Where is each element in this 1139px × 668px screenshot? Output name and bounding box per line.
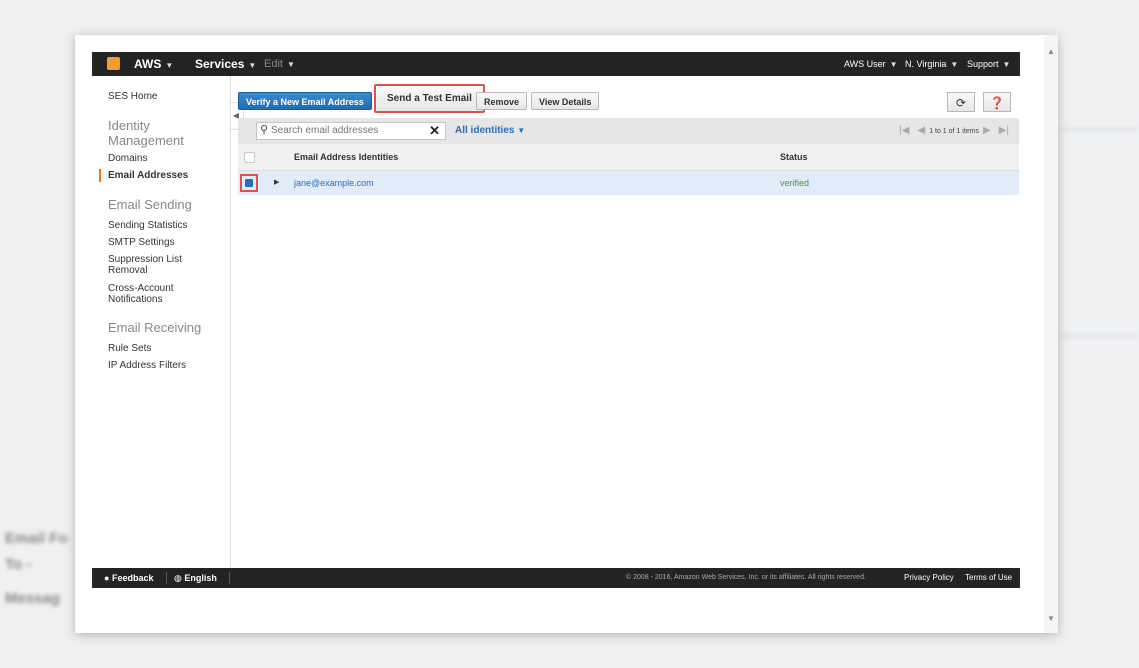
sidebar-item-rule-sets[interactable]: Rule Sets — [108, 343, 151, 354]
main-content: Verify a New Email Address Send a Test E… — [230, 76, 1021, 568]
table-header: Email Address Identities Status — [238, 144, 1019, 171]
search-box: ⚲ ✕ — [256, 122, 446, 140]
privacy-policy-link[interactable]: Privacy Policy — [904, 568, 954, 588]
aws-menu[interactable]: AWS ▼ — [134, 52, 173, 76]
status-cell: verified — [780, 178, 810, 188]
sidebar-item-sending-statistics[interactable]: Sending Statistics — [108, 220, 188, 231]
bg-heading: Email Fo — [5, 530, 68, 547]
checkbox-checked-icon — [245, 179, 253, 187]
view-details-button[interactable]: View Details — [531, 92, 600, 110]
refresh-icon[interactable]: ⟳ — [947, 92, 975, 112]
region-menu-label: N. Virginia — [905, 59, 947, 69]
sidebar-item-domains[interactable]: Domains — [108, 153, 147, 164]
chevron-down-icon: ▼ — [1002, 60, 1011, 69]
scroll-down-icon[interactable]: ▼ — [1047, 614, 1055, 623]
services-menu[interactable]: Services ▼ — [195, 52, 256, 76]
column-header-status[interactable]: Status — [780, 152, 808, 162]
sidebar-item-smtp-settings[interactable]: SMTP Settings — [108, 237, 175, 248]
select-all-checkbox[interactable] — [244, 152, 255, 163]
filter-bar: ⚲ ✕ All identities ▼ |◀ ◀ 1 to 1 of 1 item… — [238, 118, 1019, 144]
bg-divider — [1060, 128, 1139, 130]
row-checkbox[interactable] — [240, 174, 258, 192]
chevron-down-icon: ▼ — [517, 126, 526, 135]
terms-of-use-link[interactable]: Terms of Use — [965, 568, 1012, 588]
sidebar-heading-sending: Email Sending — [108, 197, 192, 212]
language-selector[interactable]: ◍ English — [174, 568, 217, 588]
vertical-scrollbar[interactable]: ▲ ▼ — [1044, 35, 1058, 633]
chevron-down-icon: ▼ — [286, 60, 295, 69]
chevron-down-icon: ▼ — [889, 60, 898, 69]
aws-menu-label: AWS — [134, 57, 162, 71]
aws-cube-icon[interactable] — [107, 57, 120, 70]
pagination: |◀ ◀ 1 to 1 of 1 items ▶ ▶| — [895, 125, 1013, 136]
sidebar-heading-receiving: Email Receiving — [108, 320, 202, 335]
chevron-down-icon: ▼ — [950, 60, 959, 69]
edit-menu-label: Edit — [264, 58, 283, 70]
footer-bar: ● Feedback ◍ English © 2008 - 2016, Amaz… — [92, 568, 1020, 588]
remove-button[interactable]: Remove — [476, 92, 528, 110]
first-page-icon[interactable]: |◀ — [899, 125, 909, 136]
user-menu[interactable]: AWS User ▼ — [844, 52, 898, 76]
edit-menu[interactable]: Edit ▼ — [264, 52, 295, 76]
top-navigation-bar: AWS ▼ Services ▼ Edit ▼ AWS User ▼ N. Virgin… — [92, 52, 1020, 76]
search-input[interactable] — [271, 125, 411, 136]
sidebar-item-cross-account[interactable]: Cross-Account Notifications — [108, 283, 188, 305]
expand-row-icon[interactable]: ▶ — [274, 178, 279, 186]
table-row[interactable]: ▶ jane@example.com verified — [238, 171, 1019, 195]
sidebar-item-suppression-list[interactable]: Suppression List Removal — [108, 254, 188, 276]
globe-icon: ◍ — [174, 573, 182, 583]
search-icon: ⚲ — [260, 124, 269, 136]
sidebar-heading-identity: Identity Management — [108, 118, 184, 148]
language-label: English — [184, 573, 217, 583]
identity-filter-label: All identities — [455, 125, 515, 136]
sidebar-item-email-addresses[interactable]: Email Addresses — [108, 170, 188, 181]
region-menu[interactable]: N. Virginia ▼ — [905, 52, 958, 76]
sidebar-item-ip-filters[interactable]: IP Address Filters — [108, 360, 186, 371]
user-menu-label: AWS User — [844, 59, 886, 69]
feedback-label: Feedback — [111, 573, 154, 583]
support-menu[interactable]: Support ▼ — [967, 52, 1010, 76]
sidebar-item-ses-home[interactable]: SES Home — [108, 91, 157, 102]
scroll-up-icon[interactable]: ▲ — [1047, 47, 1055, 56]
copyright-text: © 2008 - 2016, Amazon Web Services, Inc.… — [626, 574, 866, 581]
clear-search-icon[interactable]: ✕ — [429, 123, 440, 139]
email-address-cell[interactable]: jane@example.com — [294, 178, 374, 188]
chevron-down-icon: ▼ — [248, 61, 257, 70]
prev-page-icon[interactable]: ◀ — [917, 125, 925, 136]
last-page-icon[interactable]: ▶| — [999, 125, 1009, 136]
verify-email-button[interactable]: Verify a New Email Address — [238, 92, 372, 110]
console-window: ▲ ▼ AWS ▼ Services ▼ Edit ▼ AWS User ▼ N. Vi… — [75, 35, 1058, 633]
support-menu-label: Support — [967, 59, 999, 69]
chat-bubble-icon: ● — [104, 573, 110, 583]
chevron-down-icon: ▼ — [165, 61, 174, 70]
services-menu-label: Services — [195, 57, 245, 71]
sidebar: SES Home Identity Management Domains Ema… — [92, 76, 244, 568]
bg-divider — [1060, 335, 1139, 337]
active-indicator — [99, 169, 101, 182]
divider — [166, 572, 167, 584]
bg-heading: Messag — [5, 590, 61, 607]
column-header-identity[interactable]: Email Address Identities — [294, 152, 398, 162]
feedback-link[interactable]: ● Feedback — [104, 568, 153, 588]
divider — [229, 572, 230, 584]
help-icon[interactable]: ❓ — [983, 92, 1011, 112]
identity-filter-dropdown[interactable]: All identities ▼ — [455, 125, 525, 136]
pagination-label: 1 to 1 of 1 items — [929, 128, 979, 135]
bg-heading: To - — [5, 556, 32, 573]
send-test-email-button[interactable]: Send a Test Email — [374, 84, 485, 113]
next-page-icon[interactable]: ▶ — [983, 125, 991, 136]
